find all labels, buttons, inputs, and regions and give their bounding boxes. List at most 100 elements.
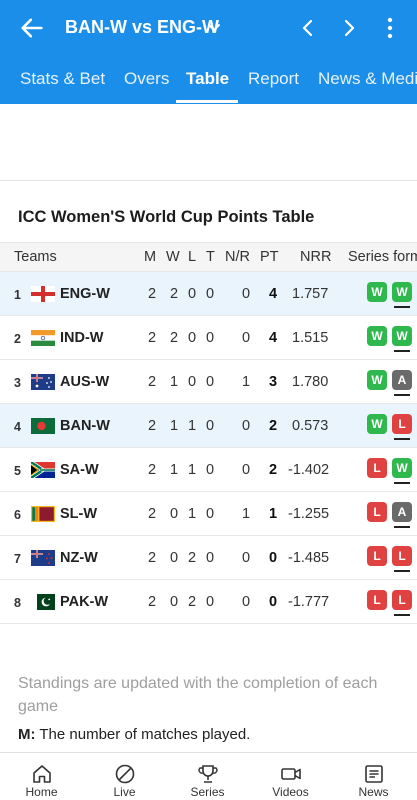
- points: 0: [269, 550, 278, 566]
- no-result: 0: [242, 286, 251, 302]
- col-pt: PT: [260, 249, 279, 265]
- legend-m: M: The number of matches played.: [18, 726, 250, 743]
- standings-note: Standings are updated with the completio…: [18, 675, 378, 715]
- form-badge: W: [367, 414, 387, 434]
- losses: 0: [188, 330, 197, 346]
- sri-lanka-flag-icon: [31, 506, 55, 522]
- ties: 0: [206, 550, 215, 566]
- position: 4: [14, 420, 21, 434]
- col-l: L: [188, 249, 197, 265]
- col-m: M: [144, 249, 157, 265]
- form-badge: L: [392, 414, 412, 434]
- team-name: IND-W: [60, 330, 104, 346]
- position: 3: [14, 376, 21, 390]
- position: 5: [14, 464, 21, 478]
- table-row[interactable]: 3 AUS-W 2 1 0 0 1 3 1.780 W A: [0, 360, 417, 404]
- points: 2: [269, 462, 278, 478]
- tab-report[interactable]: Report: [248, 69, 299, 89]
- matches: 2: [148, 462, 157, 478]
- table-header: Teams M W L T N/R PT NRR Series form: [0, 242, 417, 272]
- wins: 1: [170, 374, 179, 390]
- tab-stats-bet[interactable]: Stats & Bet: [20, 69, 105, 89]
- position: 7: [14, 552, 21, 566]
- team-name: SA-W: [60, 462, 99, 478]
- matches: 2: [148, 330, 157, 346]
- points: 0: [269, 594, 278, 610]
- losses: 1: [188, 462, 197, 478]
- losses: 2: [188, 594, 197, 610]
- current-match-underline: [394, 482, 410, 484]
- position: 6: [14, 508, 21, 522]
- col-nrr: NRR: [300, 249, 332, 265]
- nav-news[interactable]: News: [332, 753, 415, 800]
- nav-live[interactable]: Live: [83, 753, 166, 800]
- back-arrow-icon[interactable]: [18, 14, 46, 42]
- table-row[interactable]: 8 PAK-W 2 0 2 0 0 0 -1.777 L L: [0, 580, 417, 624]
- ties: 0: [206, 506, 215, 522]
- nrr: -1.255: [288, 506, 330, 522]
- form-badge: W: [367, 326, 387, 346]
- table-row[interactable]: 7 NZ-W 2 0 2 0 0 0 -1.485 L L: [0, 536, 417, 580]
- team-name: BAN-W: [60, 418, 110, 434]
- form-badge: L: [367, 590, 387, 610]
- team-name: ENG-W: [60, 286, 110, 302]
- chevron-right-icon[interactable]: [339, 18, 359, 38]
- table-row[interactable]: 4 BAN-W 2 1 1 0 0 2 0.573 W L: [0, 404, 417, 448]
- matches: 2: [148, 550, 157, 566]
- losses: 2: [188, 550, 197, 566]
- matches: 2: [148, 374, 157, 390]
- col-nr: N/R: [225, 249, 250, 265]
- tab-overs[interactable]: Overs: [124, 69, 169, 89]
- england-flag-icon: [31, 286, 55, 302]
- matches: 2: [148, 506, 157, 522]
- wins: 0: [170, 506, 179, 522]
- current-match-underline: [394, 614, 410, 616]
- col-w: W: [166, 249, 180, 265]
- form-badge: L: [367, 546, 387, 566]
- table-row[interactable]: 2 IND-W 2 2 0 0 0 4 1.515 W W: [0, 316, 417, 360]
- tab-bar: Stats & Bet Overs Table Report News & Me…: [0, 56, 417, 104]
- more-vertical-icon[interactable]: [382, 14, 398, 42]
- no-result: 0: [242, 594, 251, 610]
- no-result: 0: [242, 462, 251, 478]
- form-badge: W: [367, 370, 387, 390]
- matches: 2: [148, 286, 157, 302]
- match-title[interactable]: BAN-W vs ENG-W: [65, 17, 219, 38]
- table-row[interactable]: 1 ENG-W 2 2 0 0 0 4 1.757 W W: [0, 272, 417, 316]
- chevron-down-icon[interactable]: [207, 22, 221, 34]
- pakistan-flag-icon: [31, 594, 55, 610]
- position: 2: [14, 332, 21, 346]
- team-name: AUS-W: [60, 374, 110, 390]
- app-bar: BAN-W vs ENG-W: [0, 0, 417, 56]
- nav-series[interactable]: Series: [166, 753, 249, 800]
- col-teams: Teams: [14, 249, 57, 265]
- current-match-underline: [394, 438, 410, 440]
- table-row[interactable]: 5 SA-W 2 1 1 0 0 2 -1.402 L W: [0, 448, 417, 492]
- nav-home[interactable]: Home: [0, 753, 83, 800]
- current-match-underline: [394, 306, 410, 308]
- ties: 0: [206, 330, 215, 346]
- south-africa-flag-icon: [31, 462, 55, 478]
- active-tab-indicator: [176, 100, 238, 103]
- video-camera-icon: [281, 768, 301, 780]
- nrr: 1.757: [292, 286, 329, 302]
- nav-videos[interactable]: Videos: [249, 753, 332, 800]
- new-zealand-flag-icon: [31, 550, 55, 566]
- form-badge: A: [392, 502, 412, 522]
- team-name: SL-W: [60, 506, 98, 522]
- bottom-nav: Home Live Series Videos News: [0, 752, 417, 800]
- nrr: -1.777: [288, 594, 330, 610]
- points: 1: [269, 506, 278, 522]
- tab-news-media[interactable]: News & Media: [318, 69, 417, 89]
- chevron-left-icon[interactable]: [298, 18, 318, 38]
- col-t: T: [206, 249, 215, 265]
- form-badge: A: [392, 370, 412, 390]
- no-result: 0: [242, 330, 251, 346]
- table-row[interactable]: 6 SL-W 2 0 1 0 1 1 -1.255 L A: [0, 492, 417, 536]
- current-match-underline: [394, 350, 410, 352]
- ties: 0: [206, 594, 215, 610]
- india-flag-icon: [31, 330, 55, 346]
- tab-table[interactable]: Table: [186, 69, 229, 89]
- col-series-form: Series form: [348, 249, 417, 265]
- bangladesh-flag-icon: [31, 418, 55, 434]
